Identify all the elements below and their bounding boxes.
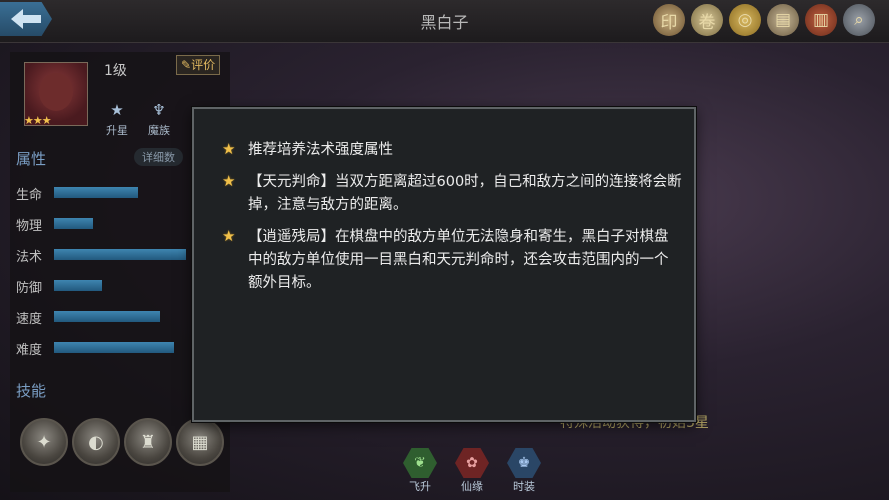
attr-bar [54, 342, 175, 353]
tooltip-item: ★ 推荐培养法术强度属性 [222, 139, 682, 162]
attr-row-difficulty: 难度 [16, 339, 216, 358]
tooltip-item: ★ 【天元判命】当双方距离超过600时，自己和敌方之间的连接将会断掉，注意与敌方… [222, 171, 682, 217]
attr-bar [54, 280, 102, 291]
attr-row-defense: 防御 [16, 277, 216, 296]
edit-icon: ✎ [181, 58, 192, 72]
skill-4-icon[interactable]: ▦ [176, 418, 224, 466]
attr-row-life: 生命 [16, 184, 216, 203]
costume-icon: ♚ [507, 448, 541, 478]
hero-level: 1级 [104, 63, 127, 79]
star-bullet-icon: ★ [222, 140, 236, 158]
attr-label: 难度 [16, 343, 43, 358]
tab-fate[interactable]: ✿ 仙缘 [452, 448, 492, 494]
attr-bar [54, 311, 161, 322]
attr-bar [54, 218, 94, 229]
magnifier-icon[interactable]: ⌕ [843, 4, 875, 36]
attr-row-physical: 物理 [16, 215, 216, 234]
attr-label: 速度 [16, 312, 43, 327]
star-up-button[interactable]: ★ 升星 [100, 100, 134, 138]
tooltip-text: 【逍遥残局】在棋盘中的敌方单位无法隐身和寄生，黑白子对棋盘中的敌方单位使用一目黑… [248, 229, 669, 291]
star-bullet-icon: ★ [222, 227, 236, 245]
skills-title: 技能 [16, 382, 47, 400]
top-bar: 黑白子 印 卷 ◎ ▤ ▥ ⌕ [0, 0, 889, 43]
tooltip-text: 【天元判命】当双方距离超过600时，自己和敌方之间的连接将会断掉，注意与敌方的距… [248, 174, 682, 213]
star-up-label: 升星 [106, 124, 128, 137]
attr-bar [54, 187, 138, 198]
notice-icon[interactable]: ▤ [767, 4, 799, 36]
coin-icon[interactable]: ◎ [729, 4, 761, 36]
tooltip-text: 推荐培养法术强度属性 [248, 142, 393, 158]
attributes-title: 属性 [16, 150, 47, 168]
star-bullet-icon: ★ [222, 172, 236, 190]
star-up-icon: ★ [110, 101, 124, 119]
tab-ascend[interactable]: ❦ 飞升 [400, 448, 440, 494]
skill-tooltip-dialog[interactable]: ★ 推荐培养法术强度属性 ★ 【天元判命】当双方距离超过600时，自己和敌方之间… [192, 107, 696, 422]
hero-stars: ★★★ [24, 114, 52, 127]
demon-race-icon: ♆ [152, 101, 166, 119]
scroll-icon[interactable]: 卷 [691, 4, 723, 36]
attr-label: 防御 [16, 281, 43, 296]
skill-3-icon[interactable]: ♜ [124, 418, 172, 466]
leaf-icon: ❦ [403, 448, 437, 478]
attr-bar [54, 249, 186, 260]
skill-2-icon[interactable]: ◐ [72, 418, 120, 466]
race-label: 魔族 [148, 124, 170, 137]
top-icon-bar: 印 卷 ◎ ▤ ▥ ⌕ [653, 4, 875, 36]
attr-label: 物理 [16, 219, 43, 234]
seal-icon[interactable]: 印 [653, 4, 685, 36]
detail-button[interactable]: 详细数 [134, 148, 183, 166]
fate-icon: ✿ [455, 448, 489, 478]
attr-label: 生命 [16, 188, 43, 203]
attr-row-speed: 速度 [16, 308, 216, 327]
race-button[interactable]: ♆ 魔族 [142, 100, 176, 138]
tab-label: 时装 [513, 480, 535, 493]
attr-row-magic: 法术 [16, 246, 216, 265]
book-icon[interactable]: ▥ [805, 4, 837, 36]
tab-label: 仙缘 [461, 480, 483, 493]
tab-costume[interactable]: ♚ 时装 [504, 448, 544, 494]
tooltip-list: ★ 推荐培养法术强度属性 ★ 【天元判命】当双方距离超过600时，自己和敌方之间… [222, 139, 682, 304]
attr-label: 法术 [16, 250, 43, 265]
skill-1-icon[interactable]: ✦ [20, 418, 68, 466]
tab-label: 飞升 [409, 480, 431, 493]
tooltip-item: ★ 【逍遥残局】在棋盘中的敌方单位无法隐身和寄生，黑白子对棋盘中的敌方单位使用一… [222, 226, 682, 295]
rate-button[interactable]: ✎评价 [176, 55, 221, 75]
rate-label: 评价 [191, 58, 216, 72]
